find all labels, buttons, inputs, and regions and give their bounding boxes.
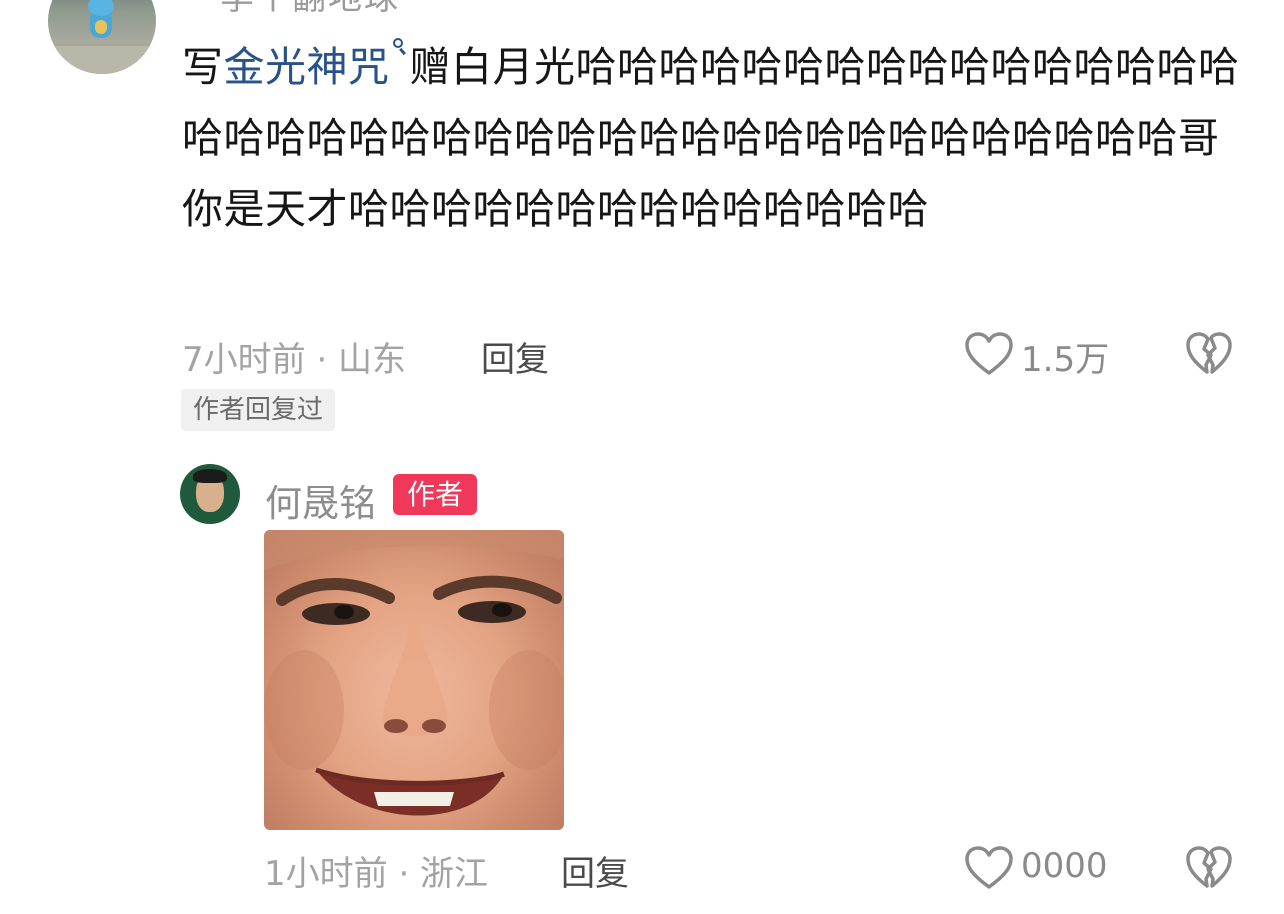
author-replied-badge[interactable]: 作者回复过 — [181, 389, 336, 431]
author-avatar[interactable] — [180, 464, 240, 524]
broken-heart-icon[interactable] — [1185, 845, 1233, 891]
reply-button-2[interactable]: 回复 — [561, 846, 629, 895]
heart-outline-icon[interactable] — [964, 845, 1014, 891]
commenter-username[interactable]: 李个翻地球 — [220, 0, 400, 19]
commenter-avatar[interactable] — [48, 0, 156, 74]
broken-heart-icon[interactable] — [1185, 331, 1233, 377]
avatar-ground — [48, 46, 156, 74]
avatar-hair — [193, 469, 227, 483]
reply-button[interactable]: 回复 — [481, 332, 549, 381]
comment-text: 写金光神咒 赠白月光哈哈哈哈哈哈哈哈哈哈哈哈哈哈哈哈哈哈哈哈哈哈哈哈哈哈哈哈哈哈哈… — [182, 32, 1242, 245]
avatar-toy-belly — [95, 20, 107, 34]
meme-image[interactable] — [264, 530, 564, 830]
meme-face-drawing — [264, 530, 564, 816]
author-tag: 作者 — [393, 474, 477, 515]
search-link[interactable]: 金光神咒 — [224, 43, 390, 91]
heart-outline-icon[interactable] — [964, 331, 1014, 377]
comment-text-prefix: 写 — [182, 43, 224, 91]
comment-time-location: 7小时前 · 山东 — [182, 340, 407, 380]
search-icon[interactable] — [392, 32, 408, 62]
reply-time-location: 1小时前 · 浙江 — [264, 854, 489, 894]
author-name[interactable]: 何晟铭 — [265, 473, 376, 527]
like-count: 1.5万 — [1021, 340, 1110, 380]
reply-like-count: 0000 — [1021, 846, 1108, 886]
